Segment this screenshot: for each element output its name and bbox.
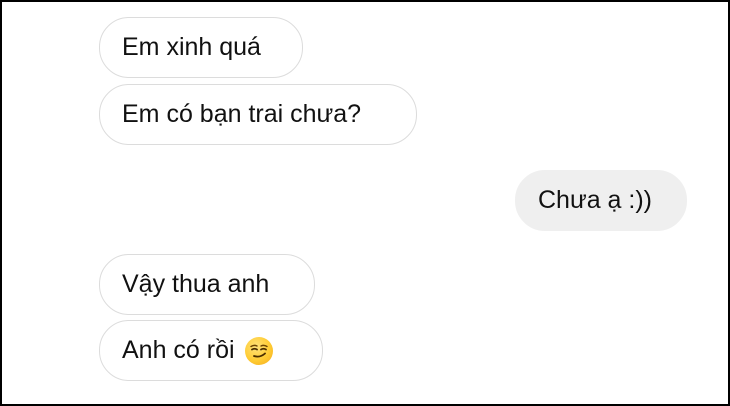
message-text: Em có bạn trai chưa? <box>122 100 362 128</box>
message-text: Chưa ạ :)) <box>538 186 652 214</box>
incoming-message-bubble[interactable]: Em xinh quá <box>99 17 303 78</box>
smirking-face-icon <box>244 336 273 365</box>
message-text: Em xinh quá <box>122 33 261 61</box>
incoming-message-bubble[interactable]: Anh có rồi <box>99 320 323 381</box>
outgoing-message-bubble[interactable]: Chưa ạ :)) <box>515 170 687 231</box>
message-text: Anh có rồi <box>122 336 235 364</box>
message-text: Vậy thua anh <box>122 270 270 298</box>
incoming-message-bubble[interactable]: Em có bạn trai chưa? <box>99 84 417 145</box>
chat-thread: Em xinh quá Em có bạn trai chưa? Chưa ạ … <box>0 0 730 406</box>
incoming-message-bubble[interactable]: Vậy thua anh <box>99 254 315 315</box>
